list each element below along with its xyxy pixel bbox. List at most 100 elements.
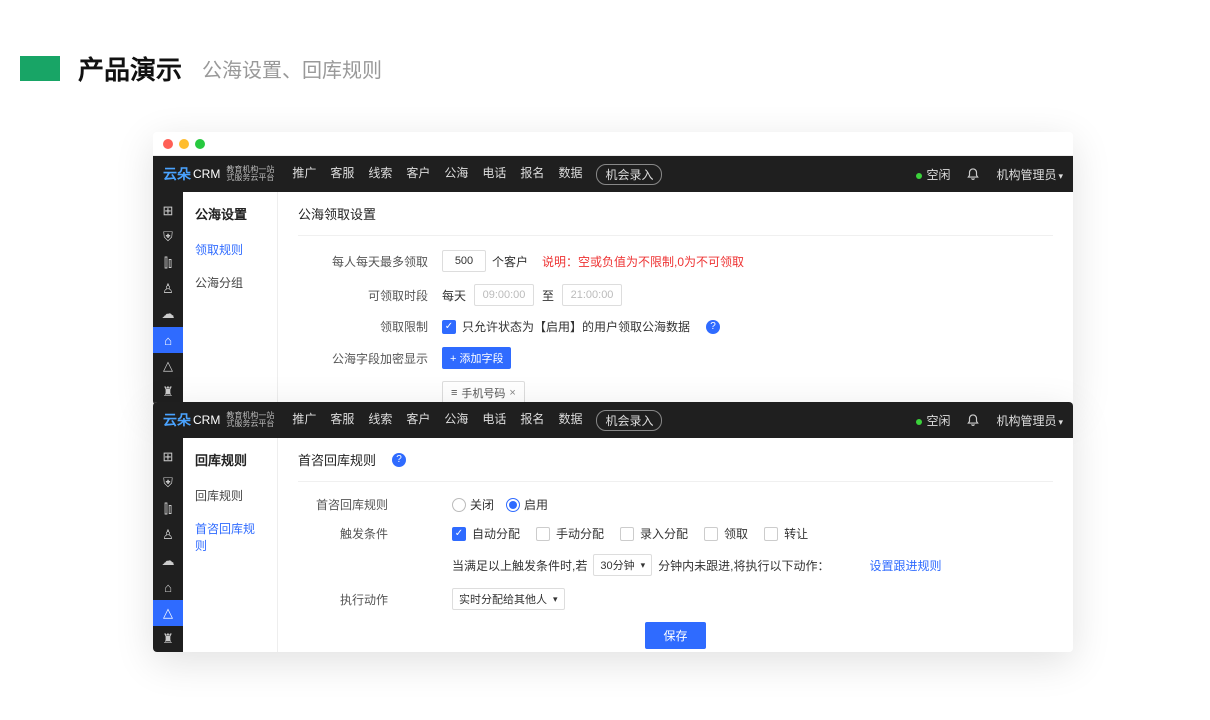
checkbox-input[interactable] [620,527,634,541]
slide-title: 产品演示 [78,50,182,87]
chevron-down-icon: ▾ [553,594,558,605]
action-text-2: 分钟内未跟进,将执行以下动作： [658,557,829,574]
nav-item[interactable]: 客户 [406,164,430,185]
rail-recycle-icon[interactable]: △ [153,600,183,626]
left-sidebar: 回库规则 回库规则 首咨回库规则 [183,438,278,652]
logo-mark: 云朵 [163,410,191,430]
label-daily-limit: 每人每天最多领取 [298,253,428,270]
rail-dashboard-icon[interactable]: ⊞ [153,198,183,224]
rail-home-icon[interactable]: ⌂ [153,327,183,353]
bell-icon[interactable] [966,412,980,429]
radio-on-label: 启用 [524,496,548,513]
dropdown-action[interactable]: 实时分配给其他人▾ [452,588,565,610]
row-save: 保存 [298,622,1053,649]
logo-text: CRM [193,413,220,427]
rail-shield-icon[interactable]: ⛨ [153,224,183,250]
slide-subtitle: 公海设置、回库规则 [202,54,382,83]
nav-item[interactable]: 线索 [368,164,392,185]
nav-item[interactable]: 数据 [558,410,582,431]
row-daily-limit: 每人每天最多领取 个客户 说明：空或负值为不限制,0为不可领取 [298,250,1053,272]
help-icon[interactable]: ? [706,320,720,334]
rail-user-icon[interactable]: ♙ [153,276,183,302]
link-set-followup[interactable]: 设置跟进规则 [869,557,941,574]
radio-off[interactable] [452,498,466,512]
rail-chart-icon[interactable]: ⫿⫾ [153,496,183,522]
rail-home-icon[interactable]: ⌂ [153,574,183,600]
traffic-close-icon[interactable] [163,139,173,149]
nav-item[interactable]: 公海 [444,164,468,185]
traffic-max-icon[interactable] [195,139,205,149]
drag-icon[interactable]: ≡ [451,387,457,399]
user-menu[interactable]: 机构管理员▾ [996,166,1063,183]
limit-note: 说明：空或负值为不限制,0为不可领取 [542,253,744,270]
rail-recycle-icon[interactable]: △ [153,353,183,379]
content-title: 首咨回库规则 ? [298,448,1053,482]
content-title: 公海领取设置 [298,202,1053,236]
nav-item[interactable]: 电话 [482,410,506,431]
checkbox-auto[interactable]: ✓ [452,527,466,541]
top-nav: 云朵CRM 教育机构一站 式服务云平台 推广 客服 线索 客户 公海 电话 报名… [153,402,1073,438]
nav-item[interactable]: 线索 [368,410,392,431]
nav-pill-opportunity[interactable]: 机会录入 [596,164,662,185]
brand-logo[interactable]: 云朵CRM 教育机构一站 式服务云平台 [163,164,274,184]
nav-item[interactable]: 报名 [520,410,544,431]
sidebar-item-claim-rule[interactable]: 领取规则 [183,233,277,266]
input-time-to[interactable] [562,284,622,306]
checkbox-transfer[interactable] [764,527,778,541]
sidebar-title: 公海设置 [183,192,277,233]
chevron-down-icon: ▾ [641,560,646,571]
nav-pill-opportunity[interactable]: 机会录入 [596,410,662,431]
rail-person-icon[interactable]: ♜ [153,626,183,652]
brand-logo[interactable]: 云朵CRM 教育机构一站 式服务云平台 [163,410,274,430]
save-button[interactable]: 保存 [645,622,705,649]
logo-subtitle: 教育机构一站 式服务云平台 [226,412,274,428]
chevron-down-icon: ▾ [1058,171,1063,181]
online-status[interactable]: 空闲 [916,166,950,183]
label-action: 执行动作 [298,591,388,608]
to-label: 至 [542,287,554,304]
nav-item[interactable]: 客户 [406,410,430,431]
nav-item[interactable]: 公海 [444,410,468,431]
chevron-down-icon: ▾ [1058,417,1063,427]
rail-cloud-icon[interactable]: ☁ [153,548,183,574]
checkbox-manual[interactable] [536,527,550,541]
input-time-from[interactable] [474,284,534,306]
nav-item[interactable]: 客服 [330,164,354,185]
content-area: 首咨回库规则 ? 首咨回库规则 关闭 启用 触发条件 ✓自动分配 手动分配 [278,438,1073,652]
row-action: 执行动作 实时分配给其他人▾ [298,588,1053,610]
rail-chart-icon[interactable]: ⫿⫾ [153,250,183,276]
dropdown-minutes[interactable]: 30分钟▾ [593,554,652,576]
sidebar-item-groups[interactable]: 公海分组 [183,266,277,299]
add-field-button[interactable]: + 添加字段 [442,347,511,369]
rail-dashboard-icon[interactable]: ⊞ [153,444,183,470]
online-status[interactable]: 空闲 [916,412,950,429]
radio-on[interactable] [506,498,520,512]
help-icon[interactable]: ? [392,453,406,467]
checkbox-claim[interactable] [704,527,718,541]
status-dot-icon [916,173,922,179]
checkbox-only-enabled[interactable]: ✓ [442,320,456,334]
rail-cloud-icon[interactable]: ☁ [153,302,183,328]
nav-item[interactable]: 报名 [520,164,544,185]
sidebar-item-return-rule[interactable]: 回库规则 [183,479,277,512]
traffic-min-icon[interactable] [179,139,189,149]
row-claim-restrict: 领取限制 ✓ 只允许状态为【启用】的用户领取公海数据 ? [298,318,1053,335]
nav-item[interactable]: 数据 [558,164,582,185]
user-menu[interactable]: 机构管理员▾ [996,412,1063,429]
nav-item[interactable]: 客服 [330,410,354,431]
label-mask-fields: 公海字段加密显示 [298,350,428,367]
tag-remove-icon[interactable]: × [509,387,515,399]
rail-user-icon[interactable]: ♙ [153,522,183,548]
icon-rail: ⊞ ⛨ ⫿⫾ ♙ ☁ ⌂ △ ♜ [153,192,183,405]
nav-item[interactable]: 推广 [292,410,316,431]
tag-label: 手机号码 [461,385,505,401]
rail-shield-icon[interactable]: ⛨ [153,470,183,496]
unit-text: 个客户 [492,253,528,270]
sidebar-item-first-return-rule[interactable]: 首咨回库规则 [183,512,277,562]
bell-icon[interactable] [966,166,980,183]
input-daily-limit[interactable] [442,250,486,272]
nav-item[interactable]: 推广 [292,164,316,185]
action-text-1: 当满足以上触发条件时,若 [452,557,587,574]
window-titlebar [153,132,1073,156]
nav-item[interactable]: 电话 [482,164,506,185]
